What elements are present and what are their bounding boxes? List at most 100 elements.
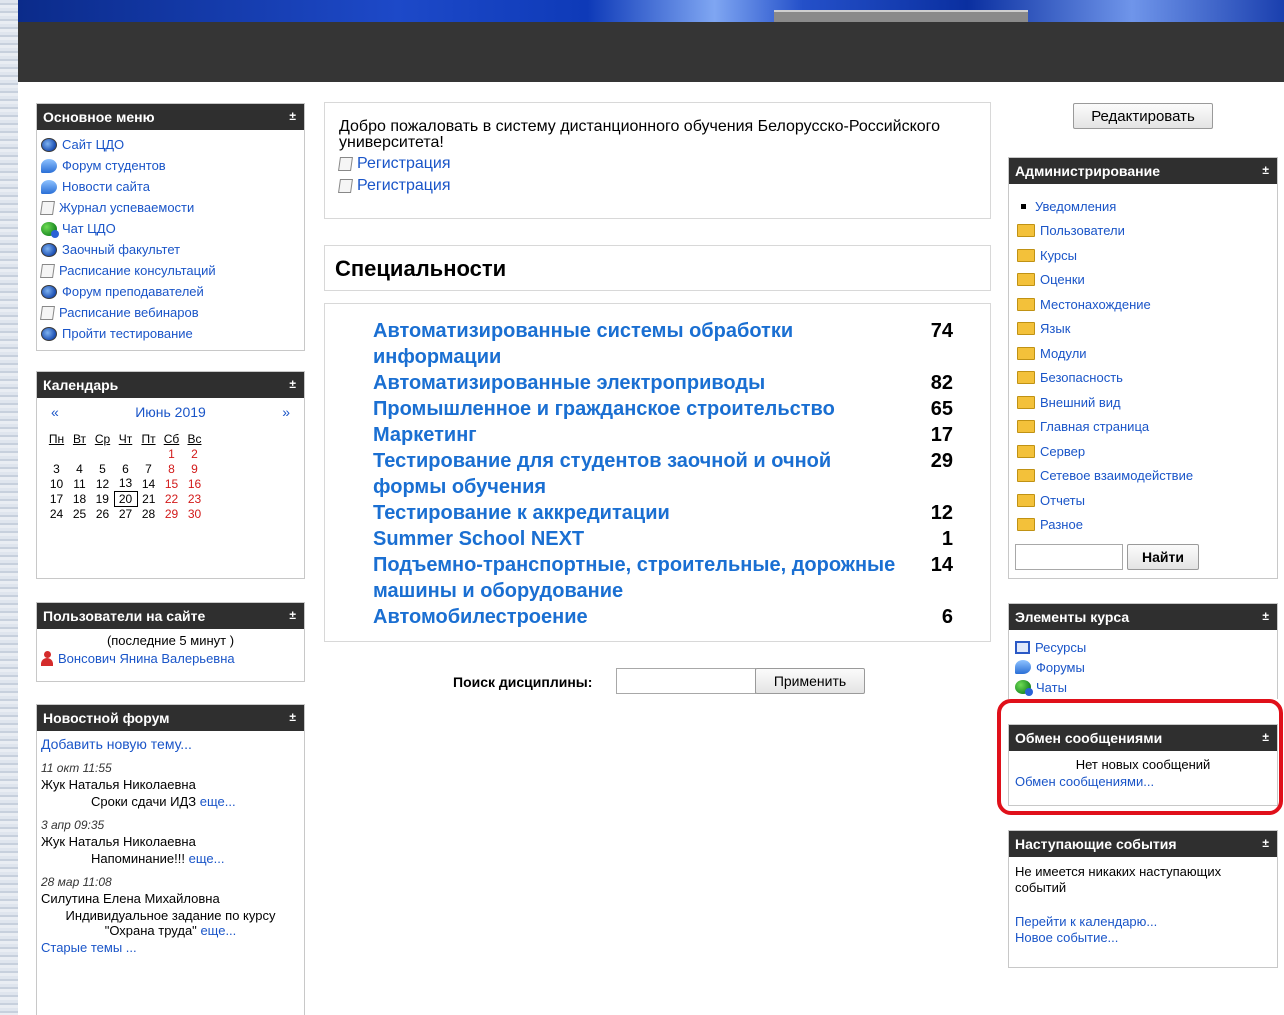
new-event-link[interactable]: Новое событие... <box>1015 930 1271 946</box>
admin-category[interactable]: Внешний вид <box>1017 390 1271 415</box>
calendar-day[interactable]: 14 <box>137 476 160 491</box>
calendar-day[interactable]: 19 <box>91 491 114 506</box>
calendar-day[interactable]: 18 <box>68 491 91 506</box>
add-topic-link[interactable]: Добавить новую тему... <box>41 736 300 752</box>
goto-calendar-link[interactable]: Перейти к календарю... <box>1015 914 1271 930</box>
calendar-day[interactable]: 12 <box>91 476 114 491</box>
admin-search-input[interactable] <box>1015 544 1123 570</box>
collapse-toggle-icon[interactable]: ± <box>289 377 296 391</box>
admin-item-label[interactable]: Оценки <box>1040 272 1085 287</box>
admin-category[interactable]: Главная страница <box>1017 415 1271 440</box>
old-topics-link[interactable]: Старые темы ... <box>41 940 300 955</box>
calendar-day[interactable]: 7 <box>137 461 160 476</box>
course-element-label[interactable]: Форумы <box>1036 660 1085 675</box>
course-link[interactable]: Маркетинг <box>373 422 903 448</box>
admin-category[interactable]: Язык <box>1017 317 1271 342</box>
calendar-day[interactable]: 1 <box>160 446 183 461</box>
collapse-toggle-icon[interactable]: ± <box>289 109 296 123</box>
admin-item-label[interactable]: Безопасность <box>1040 370 1123 385</box>
course-link[interactable]: Автоматизированные электроприводы <box>373 370 903 396</box>
course-link[interactable]: Автоматизированные системы обработки инф… <box>373 318 903 370</box>
admin-item-label[interactable]: Курсы <box>1040 248 1077 263</box>
calendar-day[interactable]: 9 <box>183 461 206 476</box>
calendar-day[interactable]: 8 <box>160 461 183 476</box>
main-menu-item[interactable]: Новости сайта <box>41 176 300 197</box>
main-menu-item-label[interactable]: Расписание консультаций <box>59 263 216 278</box>
calendar-day[interactable]: 28 <box>137 506 160 521</box>
admin-category[interactable]: Курсы <box>1017 243 1271 268</box>
main-menu-item-label[interactable]: Форум преподавателей <box>62 284 204 299</box>
admin-item-label[interactable]: Местонахождение <box>1040 297 1151 312</box>
admin-item-notifications[interactable]: Уведомления <box>1017 194 1271 219</box>
admin-item-label[interactable]: Сервер <box>1040 444 1085 459</box>
course-element-label[interactable]: Ресурсы <box>1035 640 1086 655</box>
course-link[interactable]: Промышленное и гражданское строительство <box>373 396 903 422</box>
main-menu-item[interactable]: Форум студентов <box>41 155 300 176</box>
admin-category[interactable]: Сетевое взаимодействие <box>1017 464 1271 489</box>
calendar-day[interactable]: 26 <box>91 506 114 521</box>
admin-item-label[interactable]: Разное <box>1040 517 1083 532</box>
read-more-link[interactable]: еще... <box>200 923 236 938</box>
calendar-day[interactable]: 30 <box>183 506 206 521</box>
calendar-day[interactable]: 11 <box>68 476 91 491</box>
find-button[interactable]: Найти <box>1127 544 1199 570</box>
main-menu-item-label[interactable]: Форум студентов <box>62 158 166 173</box>
course-element-forums[interactable]: Форумы <box>1015 657 1271 677</box>
admin-category[interactable]: Безопасность <box>1017 366 1271 391</box>
registration-row[interactable]: Регистрация <box>338 155 976 173</box>
calendar-day[interactable]: 25 <box>68 506 91 521</box>
main-menu-item[interactable]: Расписание вебинаров <box>40 302 300 323</box>
main-menu-item[interactable]: Пройти тестирование <box>41 323 300 344</box>
read-more-link[interactable]: еще... <box>200 794 236 809</box>
calendar-day[interactable]: 17 <box>45 491 68 506</box>
admin-item-label[interactable]: Язык <box>1040 321 1070 336</box>
calendar-day[interactable]: 16 <box>183 476 206 491</box>
admin-category[interactable]: Сервер <box>1017 439 1271 464</box>
discipline-search-input[interactable] <box>616 668 756 694</box>
admin-item-label[interactable]: Модули <box>1040 346 1087 361</box>
main-menu-item-label[interactable]: Чат ЦДО <box>62 221 116 236</box>
main-menu-item-label[interactable]: Заочный факультет <box>62 242 180 257</box>
next-month-link[interactable]: » <box>282 404 290 420</box>
collapse-toggle-icon[interactable]: ± <box>1262 609 1269 623</box>
prev-month-link[interactable]: « <box>51 404 59 420</box>
calendar-day[interactable]: 27 <box>114 506 137 521</box>
main-menu-item[interactable]: Расписание консультаций <box>40 260 300 281</box>
calendar-day[interactable]: 24 <box>45 506 68 521</box>
main-menu-item-label[interactable]: Пройти тестирование <box>62 326 193 341</box>
user-row[interactable]: Вонсович Янина Валерьевна <box>41 651 300 666</box>
registration-link[interactable]: Регистрация <box>357 177 451 195</box>
current-month-link[interactable]: Июнь 2019 <box>135 404 206 420</box>
admin-item-label[interactable]: Сетевое взаимодействие <box>1040 468 1193 483</box>
calendar-day[interactable]: 2 <box>183 446 206 461</box>
calendar-day[interactable]: 22 <box>160 491 183 506</box>
course-element-chats[interactable]: Чаты <box>1015 677 1271 697</box>
course-link[interactable]: Тестирование к аккредитации <box>373 500 903 526</box>
admin-category[interactable]: Оценки <box>1017 268 1271 293</box>
calendar-day[interactable]: 20 <box>113 490 138 507</box>
calendar-day[interactable]: 5 <box>91 461 114 476</box>
admin-item-label[interactable]: Пользователи <box>1040 223 1125 238</box>
calendar-day[interactable]: 21 <box>137 491 160 506</box>
admin-category[interactable]: Пользователи <box>1017 219 1271 244</box>
calendar-day[interactable]: 29 <box>160 506 183 521</box>
course-link[interactable]: Подъемно-транспортные, строительные, дор… <box>373 552 903 604</box>
course-link[interactable]: Summer School NEXT <box>373 526 903 552</box>
read-more-link[interactable]: еще... <box>189 851 225 866</box>
edit-button[interactable]: Редактировать <box>1073 103 1213 129</box>
calendar-day[interactable]: 6 <box>114 461 137 476</box>
course-element-label[interactable]: Чаты <box>1036 680 1067 695</box>
admin-item-label[interactable]: Главная страница <box>1040 419 1149 434</box>
calendar-day[interactable]: 13 <box>114 476 137 491</box>
registration-row[interactable]: Регистрация <box>338 177 976 195</box>
collapse-toggle-icon[interactable]: ± <box>1262 836 1269 850</box>
collapse-toggle-icon[interactable]: ± <box>289 608 296 622</box>
calendar-day[interactable]: 4 <box>68 461 91 476</box>
course-link[interactable]: Автомобилестроение <box>373 604 903 630</box>
main-menu-item[interactable]: Сайт ЦДО <box>41 134 300 155</box>
admin-category[interactable]: Разное <box>1017 513 1271 538</box>
registration-link[interactable]: Регистрация <box>357 155 451 173</box>
main-menu-item[interactable]: Заочный факультет <box>41 239 300 260</box>
calendar-day[interactable]: 23 <box>183 491 206 506</box>
calendar-day[interactable]: 10 <box>45 476 68 491</box>
